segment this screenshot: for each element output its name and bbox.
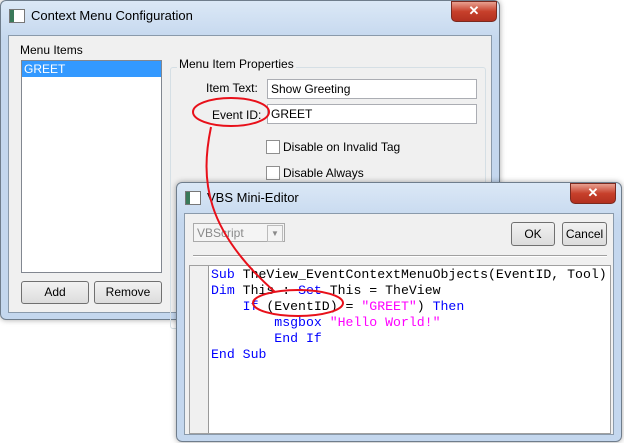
code-line: End If [211,331,322,346]
chevron-down-icon: ▼ [267,225,283,242]
disable-invalid-checkbox[interactable] [266,140,280,154]
ok-button[interactable]: OK [511,222,555,246]
disable-always-label: Disable Always [283,166,364,180]
separator [193,255,607,257]
code-line: Dim This : Set This = TheView [211,283,441,298]
properties-group-label: Menu Item Properties [177,57,296,71]
language-value: VBScript [197,226,244,240]
menu-items-list[interactable]: GREET [21,60,162,273]
menu-items-label: Menu Items [20,43,83,57]
add-button[interactable]: Add [21,281,89,304]
list-item[interactable]: GREET [22,61,161,77]
disable-invalid-label: Disable on Invalid Tag [283,140,401,154]
event-id-label: Event ID: [212,108,262,122]
event-id-input[interactable]: GREET [267,104,477,124]
item-text-label: Item Text: [206,81,258,95]
disable-always-checkbox[interactable] [266,166,280,180]
close-button[interactable]: ✕ [451,1,497,22]
code-editor[interactable]: Sub TheView_EventContextMenuObjects(Even… [189,265,611,434]
code-text: Sub TheView_EventContextMenuObjects(Even… [211,267,607,363]
cancel-button[interactable]: Cancel [562,222,607,246]
gutter [190,266,209,433]
close-button[interactable]: ✕ [570,183,616,204]
remove-button[interactable]: Remove [94,281,162,304]
app-icon [9,9,25,23]
window-title: Context Menu Configuration [31,8,193,23]
code-line: msgbox "Hello World!" [211,315,441,330]
code-line: Sub TheView_EventContextMenuObjects(Even… [211,267,607,282]
window-title: VBS Mini-Editor [207,190,299,205]
code-line: If (EventID) = "GREET") Then [211,299,465,314]
client-area: VBScript ▼ OK Cancel Sub TheView_EventCo… [184,213,614,435]
language-select[interactable]: VBScript ▼ [193,223,285,242]
code-line: End Sub [211,347,267,362]
app-icon [185,191,201,205]
vbs-editor-window: VBS Mini-Editor ✕ VBScript ▼ OK Cancel S… [176,182,622,442]
item-text-input[interactable]: Show Greeting [267,79,477,99]
